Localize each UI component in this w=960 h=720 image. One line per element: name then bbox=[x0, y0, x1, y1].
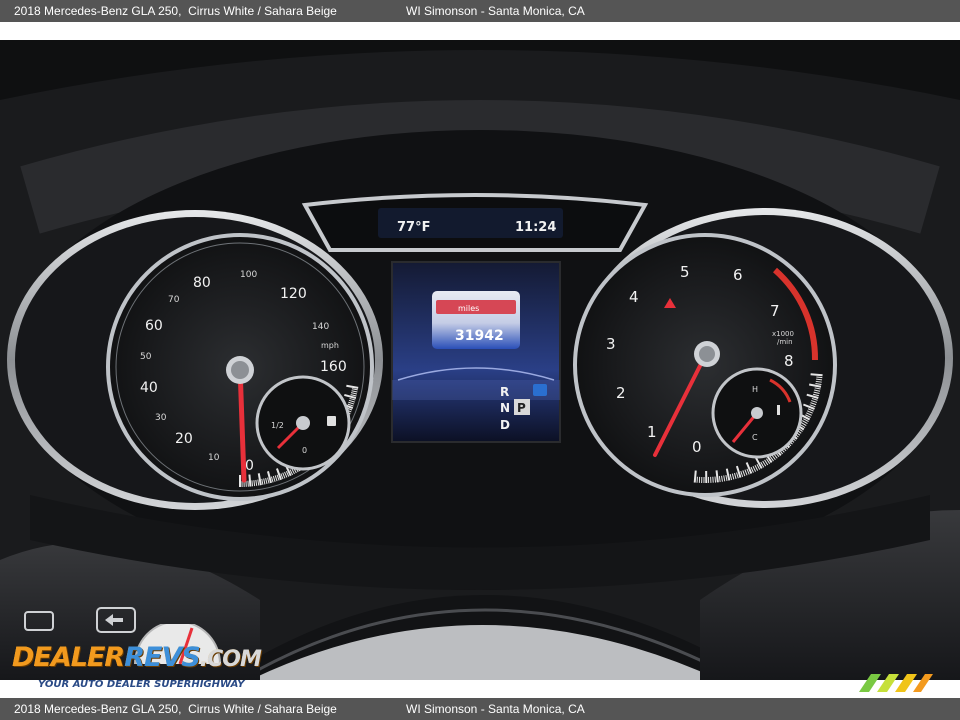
speed-label-50: 50 bbox=[140, 352, 152, 362]
speed-label-20: 20 bbox=[175, 431, 193, 447]
dial-tick bbox=[715, 470, 719, 483]
temp-hot-label: H bbox=[752, 385, 758, 394]
fuel-empty-label: 0 bbox=[302, 446, 307, 455]
caption-dealer: WI Simonson - Santa Monica, CA bbox=[406, 4, 585, 18]
caption-bar-bottom: 2018 Mercedes-Benz GLA 250, Cirrus White… bbox=[0, 698, 960, 720]
coolant-icon bbox=[777, 405, 780, 415]
dealerrevs-tagline: YOUR AUTO DEALER SUPERHIGHWAY bbox=[38, 679, 245, 690]
gear-n: N bbox=[500, 401, 510, 415]
cluster-illustration: 0 20 40 60 80 120 160 10 30 50 70 100 14… bbox=[0, 40, 960, 680]
speed-label-120: 120 bbox=[280, 286, 307, 302]
speed-label-0: 0 bbox=[245, 458, 254, 474]
tach-label-3: 3 bbox=[606, 335, 616, 353]
center-screen bbox=[391, 261, 561, 443]
dealerrevs-wordmark: DEALERREVS.COM bbox=[12, 642, 262, 673]
eco-indicator-icon bbox=[533, 384, 547, 396]
dial-tick bbox=[816, 376, 823, 379]
speed-label-30: 30 bbox=[155, 413, 167, 423]
tach-label-8: 8 bbox=[784, 352, 794, 370]
tach-label-2: 2 bbox=[616, 384, 626, 402]
temp-cold-label: C bbox=[752, 433, 758, 442]
odometer-label: miles bbox=[458, 304, 479, 313]
speed-label-100: 100 bbox=[240, 270, 257, 280]
fuel-pump-icon bbox=[327, 416, 336, 426]
caption-car: 2018 Mercedes-Benz GLA 250, Cirrus White… bbox=[14, 4, 337, 18]
caption-bar-top: 2018 Mercedes-Benz GLA 250, Cirrus White… bbox=[0, 0, 960, 22]
clock-time: 11:24 bbox=[515, 220, 556, 235]
tach-label-1: 1 bbox=[647, 423, 657, 441]
odometer-value: 31942 bbox=[455, 328, 504, 344]
speed-label-80: 80 bbox=[193, 275, 211, 291]
gear-r: R bbox=[500, 385, 509, 399]
tach-label-5: 5 bbox=[680, 263, 690, 281]
speed-label-60: 60 bbox=[145, 318, 163, 334]
tach-unit-top: x1000 bbox=[772, 330, 794, 338]
instrument-cluster-photo: 0 20 40 60 80 120 160 10 30 50 70 100 14… bbox=[0, 40, 960, 680]
speed-label-160: 160 bbox=[320, 359, 347, 375]
tach-label-0: 0 bbox=[692, 438, 702, 456]
gear-p: P bbox=[517, 401, 526, 415]
tach-label-4: 4 bbox=[629, 288, 639, 306]
dial-tick bbox=[251, 480, 254, 487]
tach-label-6: 6 bbox=[733, 266, 743, 284]
fuel-half-label: 1/2 bbox=[271, 421, 284, 430]
caption-car-bottom: 2018 Mercedes-Benz GLA 250, Cirrus White… bbox=[14, 702, 337, 716]
dial-tick bbox=[248, 474, 252, 487]
speed-label-70: 70 bbox=[168, 295, 180, 305]
caption-dealer-bottom: WI Simonson - Santa Monica, CA bbox=[406, 702, 585, 716]
dial-tick bbox=[810, 373, 823, 377]
tach-unit-bottom: /min bbox=[777, 338, 793, 346]
speed-label-40: 40 bbox=[140, 380, 158, 396]
dial-tick bbox=[693, 470, 697, 483]
tach-label-7: 7 bbox=[770, 302, 780, 320]
dial-tick bbox=[714, 476, 717, 483]
corner-brand-logo bbox=[859, 674, 933, 692]
speed-label-10: 10 bbox=[208, 453, 220, 463]
gear-d: D bbox=[500, 418, 510, 432]
outside-temperature: 77°F bbox=[397, 220, 430, 235]
speedometer: 0 20 40 60 80 120 160 10 30 50 70 100 14… bbox=[7, 210, 383, 510]
speed-label-140: 140 bbox=[312, 322, 329, 332]
speed-unit: mph bbox=[321, 341, 339, 350]
tachometer: 0 1 2 3 4 5 6 7 8 x1000 /min H C bbox=[573, 208, 953, 508]
